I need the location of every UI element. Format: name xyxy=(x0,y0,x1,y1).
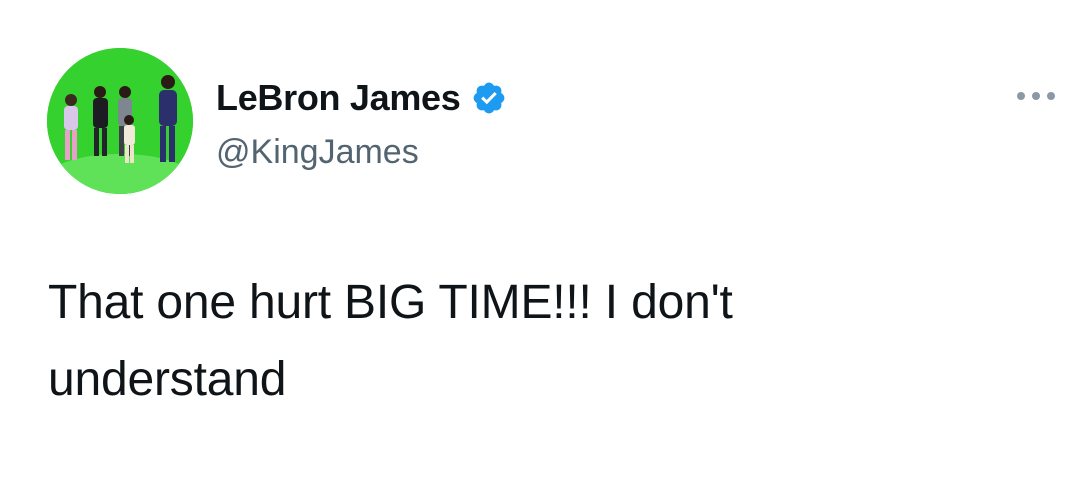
more-dot xyxy=(1047,92,1055,100)
avatar-photo-icon xyxy=(47,48,193,194)
more-options-icon xyxy=(1017,92,1055,100)
more-dot xyxy=(1032,92,1040,100)
author-avatar[interactable] xyxy=(47,48,193,194)
tweet-text: That one hurt BIG TIME!!! I don't unders… xyxy=(48,264,1048,418)
display-name-row: LeBron James xyxy=(216,76,507,120)
author-info: LeBron James @KingJames xyxy=(216,76,507,172)
more-options-button[interactable] xyxy=(1012,82,1060,110)
verified-badge-icon xyxy=(471,80,507,116)
author-display-name[interactable]: LeBron James xyxy=(216,76,461,120)
author-handle[interactable]: @KingJames xyxy=(216,132,507,172)
tweet-text-line-1: That one hurt BIG TIME!!! I don't xyxy=(48,276,733,329)
more-dot xyxy=(1017,92,1025,100)
tweet-card[interactable]: LeBron James @KingJames That one hurt BI… xyxy=(0,0,1088,480)
tweet-text-line-2: understand xyxy=(48,353,287,406)
